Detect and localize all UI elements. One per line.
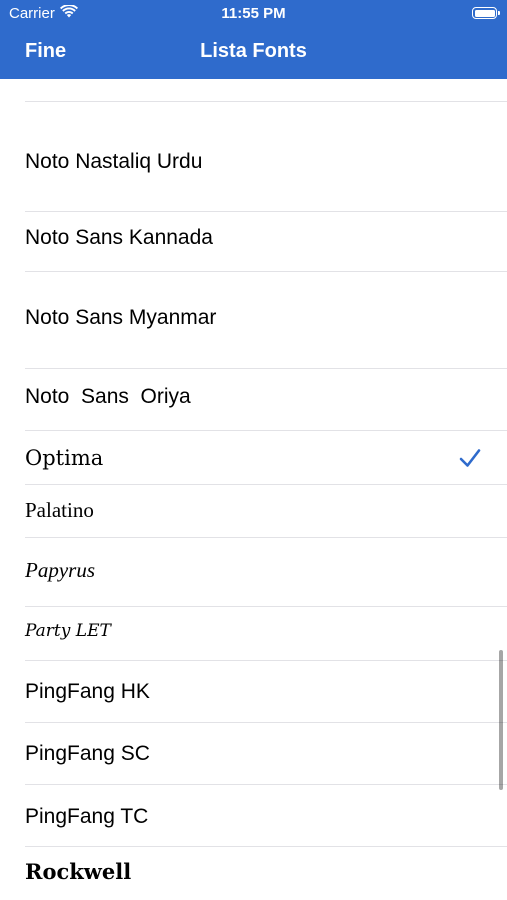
- font-name: Papyrus: [25, 558, 95, 582]
- list-item[interactable]: PingFang TC: [0, 785, 507, 847]
- vertical-scrollbar[interactable]: [499, 650, 503, 790]
- checkmark-icon: [458, 446, 482, 470]
- font-name: Palatino: [25, 498, 94, 522]
- status-bar: Carrier 11:55 PM: [0, 0, 507, 28]
- list-item[interactable]: PingFang SC: [0, 723, 507, 785]
- navigation-bar: Fine Lista Fonts: [0, 28, 507, 79]
- list-item[interactable]: Palatino: [0, 485, 507, 538]
- list-item[interactable]: Noto Sans Oriya: [0, 369, 507, 431]
- list-item[interactable]: Party LET: [0, 607, 507, 661]
- font-name: Noto Sans Kannada: [25, 226, 213, 249]
- font-name: Noto Sans Oriya: [25, 385, 191, 408]
- list-item[interactable]: Noto Sans Myanmar: [0, 272, 507, 369]
- list-item[interactable]: Rockwell: [0, 847, 507, 900]
- list-item[interactable]: Papyrus: [0, 538, 507, 607]
- font-name: Rockwell: [25, 859, 132, 884]
- font-name: PingFang SC: [25, 742, 150, 765]
- font-name: Noto Nastaliq Urdu: [25, 150, 203, 173]
- font-list[interactable]: Noto Nastaliq Urdu Noto Sans Kannada Not…: [0, 79, 507, 900]
- status-time: 11:55 PM: [221, 5, 286, 22]
- battery-icon: [472, 7, 500, 19]
- header: Carrier 11:55 PM Fine Lista Fonts: [0, 0, 507, 79]
- font-name: PingFang HK: [25, 680, 150, 703]
- font-name: Noto Sans Myanmar: [25, 306, 217, 329]
- list-item[interactable]: Noto Nastaliq Urdu: [0, 102, 507, 212]
- screen: Carrier 11:55 PM Fine Lista Fonts Noto N…: [0, 0, 507, 900]
- font-name: PingFang TC: [25, 805, 149, 828]
- list-item[interactable]: PingFang HK: [0, 661, 507, 723]
- list-item[interactable]: Noto Sans Kannada: [0, 212, 507, 272]
- list-item-partial[interactable]: [0, 79, 507, 102]
- font-name: Optima: [25, 446, 104, 470]
- list-item-selected[interactable]: Optima: [0, 431, 507, 485]
- page-title: Lista Fonts: [200, 40, 307, 62]
- font-name: Party LET: [25, 621, 111, 641]
